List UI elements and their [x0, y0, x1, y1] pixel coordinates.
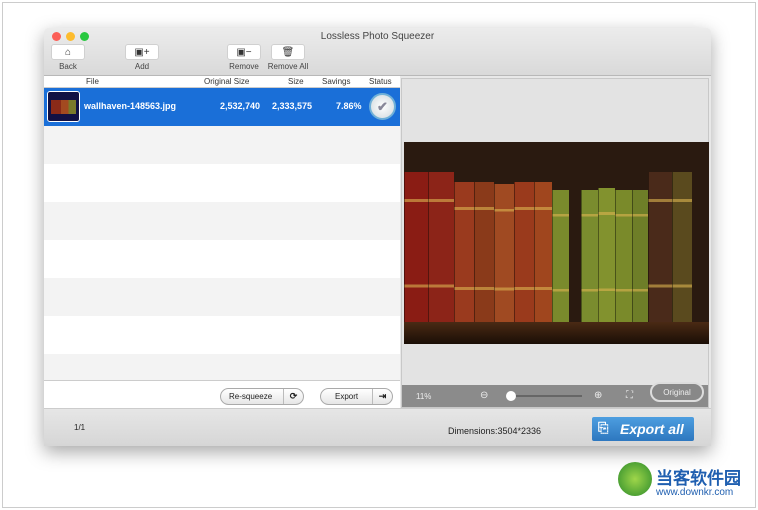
preview-image	[404, 142, 709, 344]
book-spine	[404, 172, 428, 322]
book-spine	[428, 172, 454, 322]
watermark-url: www.downkr.com	[656, 487, 734, 498]
app-window: Lossless Photo Squeezer ⌂ Back ▣+ Add ▣− Re…	[44, 28, 711, 446]
savings: 7.86%	[336, 101, 362, 111]
remove-all-label: Remove All	[267, 62, 309, 71]
slider-thumb[interactable]	[506, 391, 516, 401]
export-all-icon: ⎘	[598, 420, 609, 435]
size: 2,333,575	[272, 101, 313, 111]
resqueeze-button[interactable]: Re-squeeze ⟳	[220, 388, 304, 405]
header-file[interactable]: File	[86, 77, 99, 86]
book-spine	[672, 172, 692, 322]
remove-all-button[interactable]: 🗑 Remove All	[264, 44, 312, 71]
thumbnail	[47, 91, 80, 122]
original-button[interactable]: Original	[650, 382, 704, 402]
book-spine	[534, 182, 552, 322]
home-icon: ⌂	[51, 44, 85, 60]
export-label: Export	[335, 392, 359, 401]
empty-row	[44, 164, 400, 202]
add-label: Add	[134, 62, 150, 71]
empty-row	[44, 240, 400, 278]
empty-row	[44, 316, 400, 354]
book-spine	[474, 182, 494, 322]
empty-row	[44, 202, 400, 240]
zoom-in-icon[interactable]: ⊕	[594, 390, 602, 401]
remove-image-icon: ▣−	[227, 44, 261, 60]
status-bar: 1/1 Dimensions:3504*2336 ⎘ Export all	[44, 408, 711, 446]
preview-panel: 11% ⊖ ⊕ ⛶ Original	[401, 78, 709, 408]
refresh-icon: ⟳	[283, 389, 303, 404]
zoom-out-icon[interactable]: ⊖	[480, 390, 488, 401]
file-count: 1/1	[74, 423, 86, 432]
fit-screen-icon[interactable]: ⛶	[626, 390, 633, 401]
preview-controls: 11% ⊖ ⊕ ⛶ Original	[402, 382, 708, 407]
back-label: Back	[59, 62, 77, 71]
book-spine	[514, 182, 534, 322]
resqueeze-label: Re-squeeze	[229, 392, 273, 401]
header-original-size[interactable]: Original Size	[204, 77, 249, 86]
export-all-label: Export all	[620, 421, 684, 437]
file-name: wallhaven-148563.jpg	[84, 101, 177, 111]
table-row[interactable]: wallhaven-148563.jpg 2,532,740 2,333,575…	[44, 88, 400, 126]
trash-icon: 🗑	[271, 44, 305, 60]
dimensions: Dimensions:3504*2336	[448, 426, 542, 436]
header-status[interactable]: Status	[369, 77, 392, 86]
book-spine	[581, 190, 598, 322]
remove-label: Remove	[229, 62, 259, 71]
book-spine	[552, 190, 569, 322]
book-spine	[632, 190, 648, 322]
file-list: File Original Size Size Savings Status w…	[44, 76, 400, 408]
original-size: 2,532,740	[220, 101, 261, 111]
export-icon: ⇥	[372, 389, 392, 404]
book-spine	[598, 188, 615, 322]
book-spine	[615, 190, 632, 322]
book-spine	[494, 184, 514, 322]
add-button[interactable]: ▣+ Add	[124, 44, 160, 71]
check-icon: ✔	[369, 93, 396, 120]
empty-row	[44, 278, 400, 316]
zoom-slider[interactable]	[506, 391, 582, 401]
header-size[interactable]: Size	[288, 77, 304, 86]
remove-button[interactable]: ▣− Remove	[226, 44, 262, 71]
add-image-icon: ▣+	[125, 44, 159, 60]
header-savings[interactable]: Savings	[322, 77, 350, 86]
empty-row	[44, 126, 400, 164]
list-actions: Re-squeeze ⟳ Export ⇥	[44, 380, 400, 408]
title-bar: Lossless Photo Squeezer ⌂ Back ▣+ Add ▣− Re…	[44, 28, 711, 76]
zoom-level: 11%	[416, 392, 432, 401]
table-header: File Original Size Size Savings Status	[44, 76, 400, 88]
back-button[interactable]: ⌂ Back	[50, 44, 86, 71]
watermark-name: 当客软件园	[656, 469, 741, 488]
export-button[interactable]: Export ⇥	[320, 388, 393, 405]
book-spine	[648, 172, 672, 322]
window-title: Lossless Photo Squeezer	[320, 31, 435, 42]
export-all-button[interactable]: ⎘ Export all	[592, 417, 694, 441]
book-spine	[454, 182, 474, 322]
